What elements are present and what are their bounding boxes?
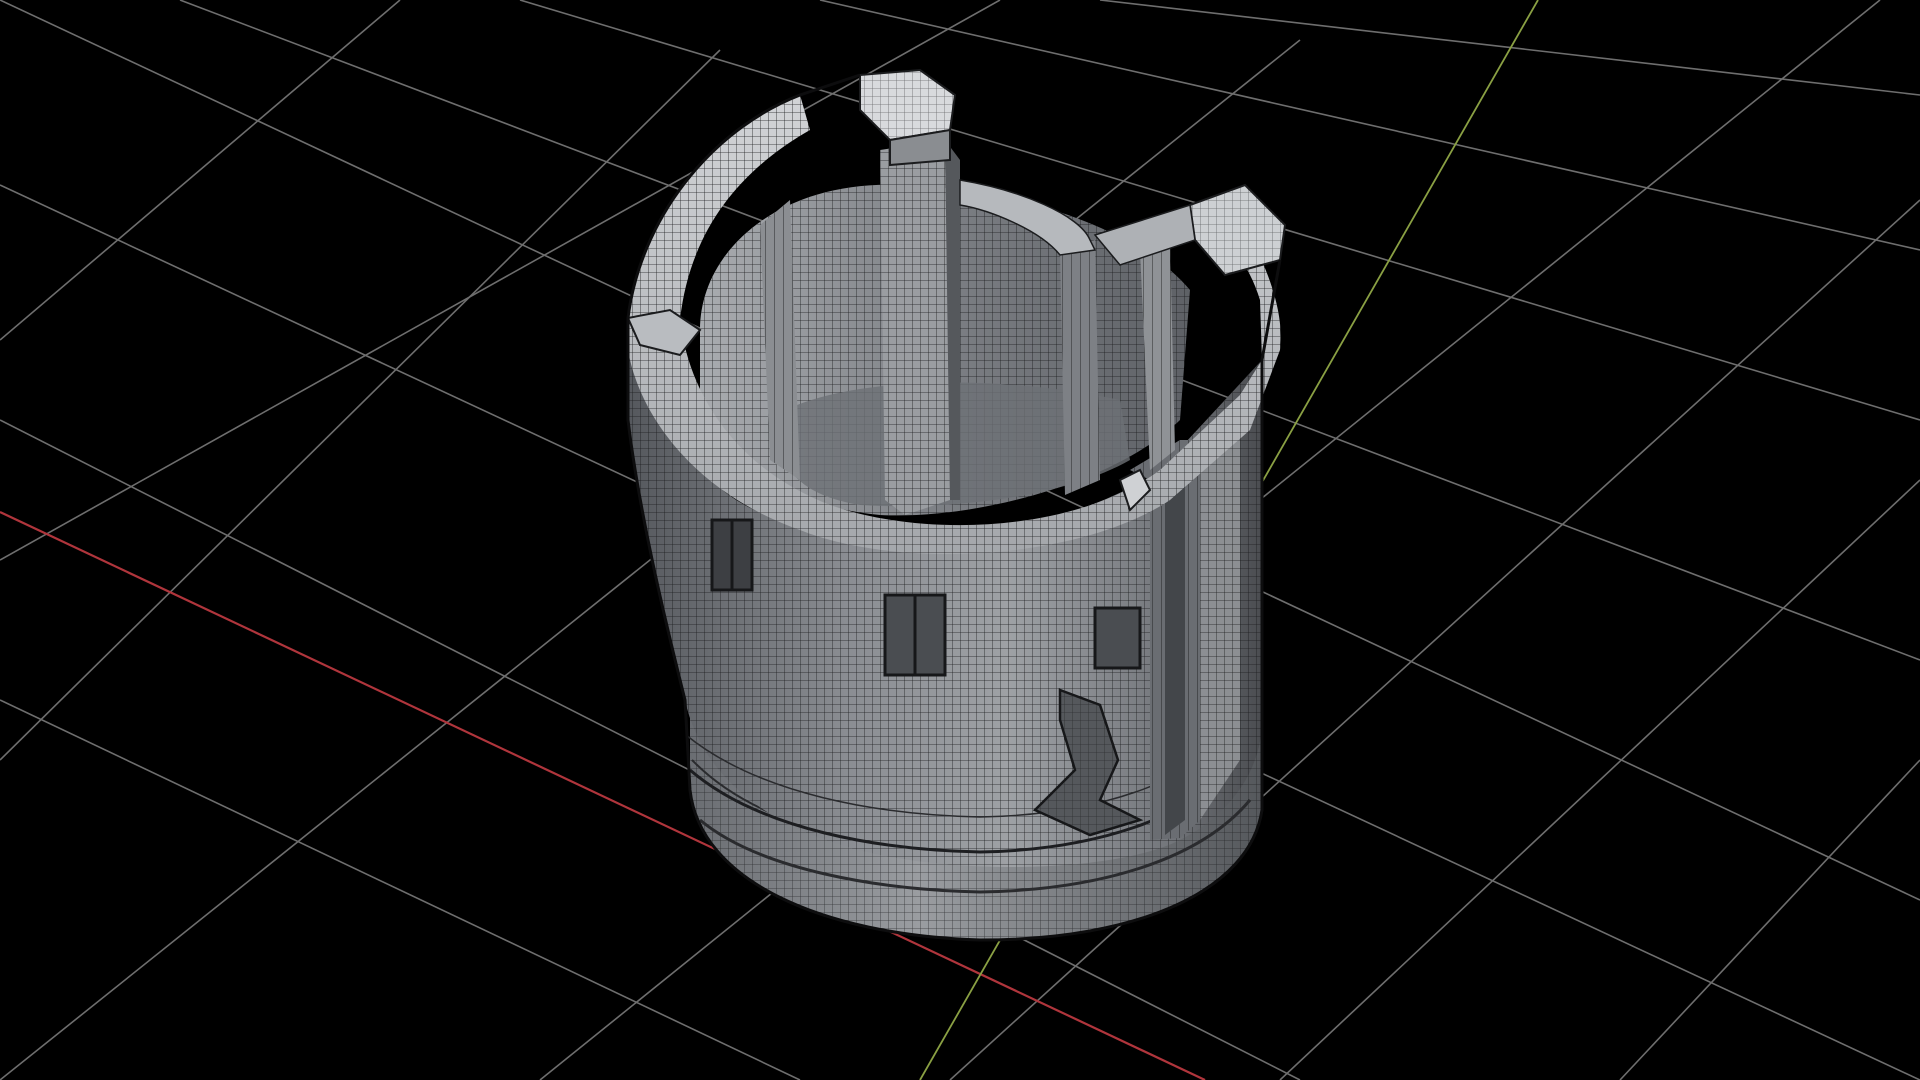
grid-line [0, 0, 401, 341]
3d-viewport[interactable] [0, 0, 1920, 1080]
grid-line [0, 699, 801, 1080]
grid-line [0, 49, 721, 761]
grid-line [1619, 759, 1920, 1080]
grid-line [1279, 479, 1920, 1080]
viewport-canvas[interactable] [0, 0, 1920, 1080]
